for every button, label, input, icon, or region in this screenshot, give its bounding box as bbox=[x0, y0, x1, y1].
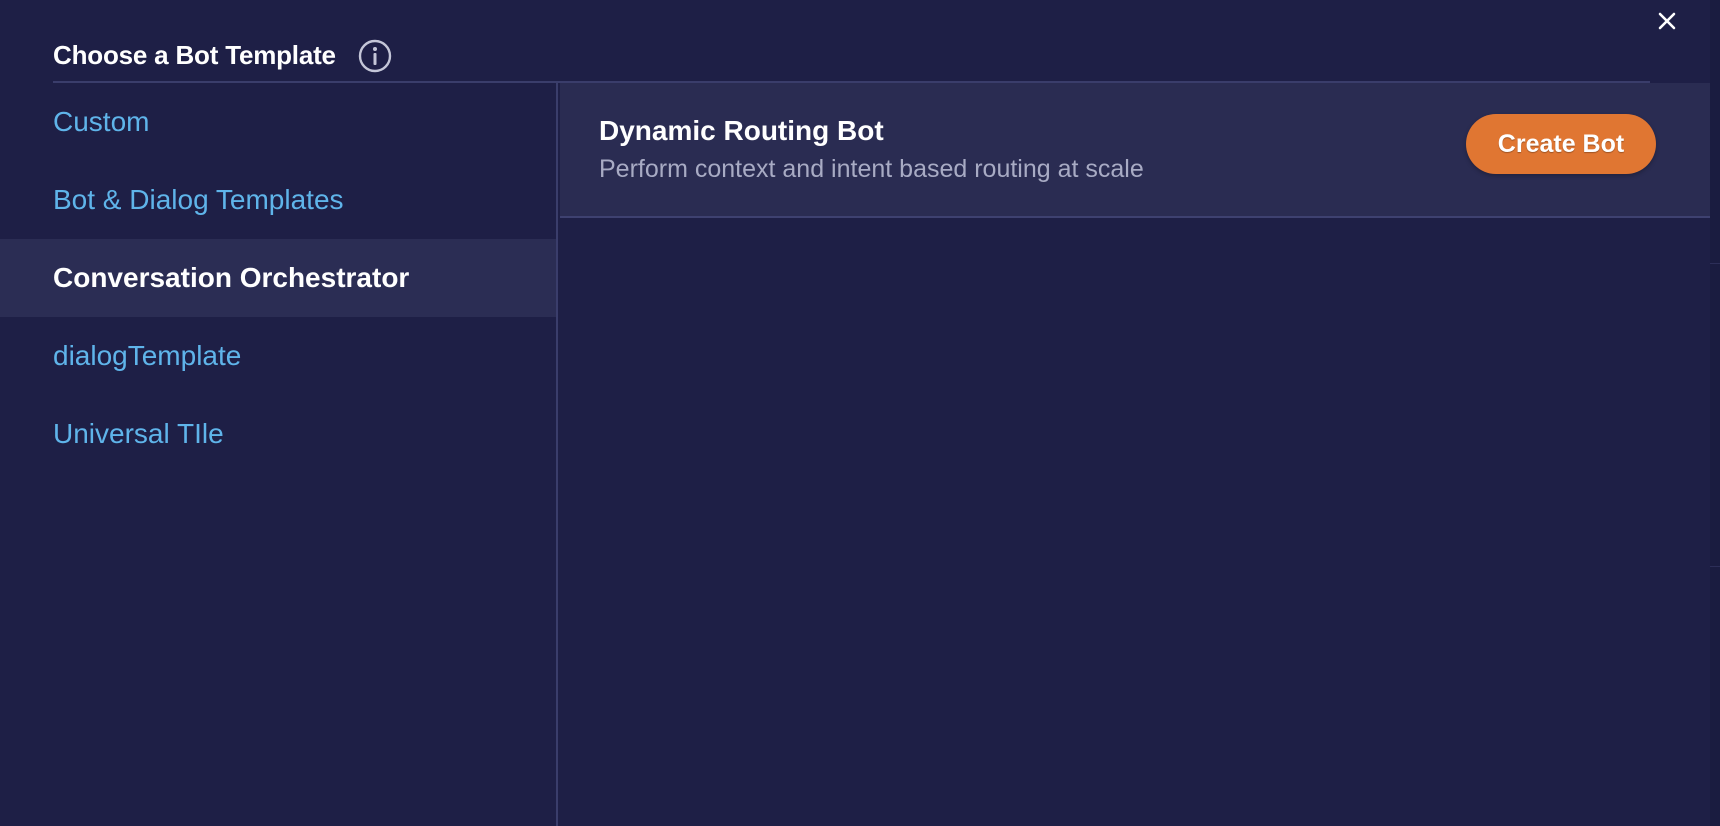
close-button[interactable] bbox=[1652, 6, 1682, 36]
template-card-dynamic-routing-bot: Dynamic Routing Bot Perform context and … bbox=[560, 83, 1710, 218]
sidebar-item-label: Conversation Orchestrator bbox=[53, 262, 410, 293]
sidebar-item-bot-dialog-templates[interactable]: Bot & Dialog Templates bbox=[0, 161, 556, 239]
close-icon bbox=[1658, 12, 1676, 30]
sidebar-item-label: Custom bbox=[53, 106, 150, 137]
bot-template-dialog: Choose a Bot Template Custom Bot & Dialo… bbox=[0, 0, 1710, 826]
template-title: Dynamic Routing Bot bbox=[599, 115, 884, 146]
create-bot-button[interactable]: Create Bot bbox=[1466, 114, 1656, 174]
sidebar-item-label: Universal TIle bbox=[53, 418, 224, 449]
info-icon bbox=[358, 39, 392, 72]
background-page-edge bbox=[1710, 0, 1720, 826]
info-button[interactable] bbox=[358, 39, 392, 73]
dialog-header: Choose a Bot Template bbox=[53, 30, 1650, 83]
sidebar-item-custom[interactable]: Custom bbox=[0, 83, 556, 161]
template-category-sidebar: Custom Bot & Dialog Templates Conversati… bbox=[0, 83, 558, 826]
sidebar-item-label: dialogTemplate bbox=[53, 340, 242, 371]
sidebar-item-dialog-template[interactable]: dialogTemplate bbox=[0, 317, 556, 395]
dialog-title: Choose a Bot Template bbox=[53, 40, 336, 70]
template-list: Dynamic Routing Bot Perform context and … bbox=[560, 83, 1710, 826]
sidebar-item-conversation-orchestrator[interactable]: Conversation Orchestrator bbox=[0, 239, 556, 317]
sidebar-item-label: Bot & Dialog Templates bbox=[53, 184, 344, 215]
template-description: Perform context and intent based routing… bbox=[599, 155, 1144, 183]
sidebar-item-universal-tile[interactable]: Universal TIle bbox=[0, 395, 556, 473]
